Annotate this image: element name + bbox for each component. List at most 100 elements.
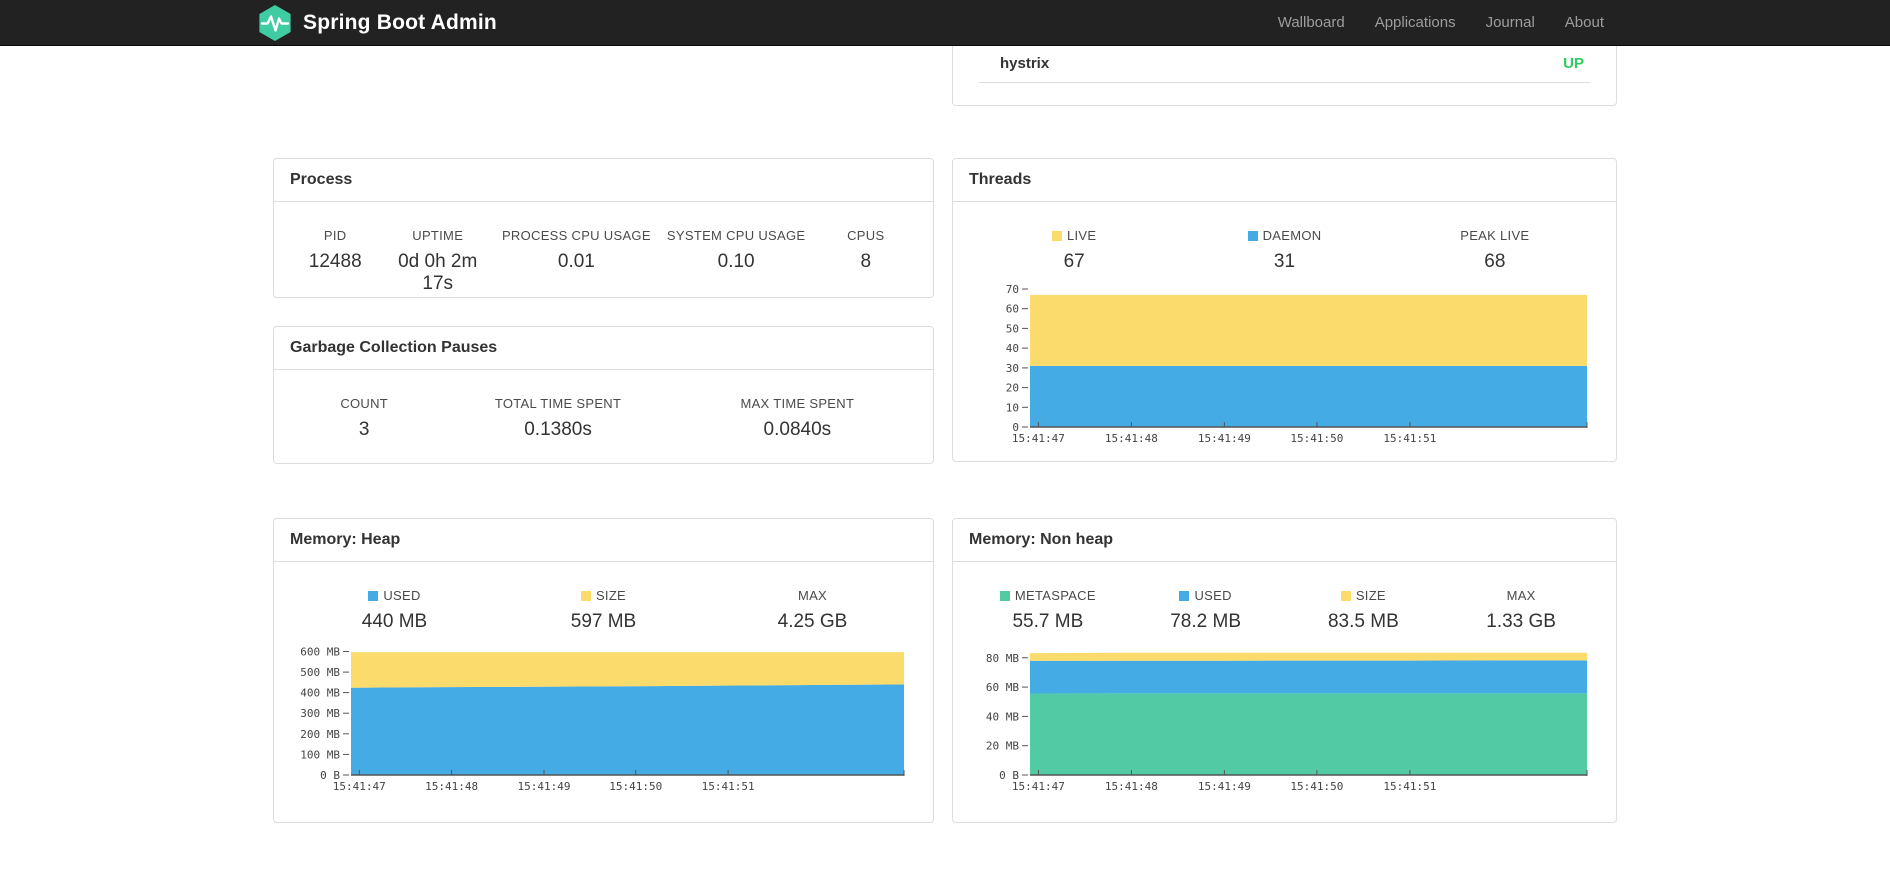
legend-threads-peak-live: PEAK LIVE 68	[1460, 228, 1530, 272]
legend-heap-max: MAX 4.25 GB	[777, 588, 848, 632]
process-panel-heading: Process	[274, 159, 933, 202]
threads-legend: LIVE 67 DAEMON 31 PEAK LIVE 68	[953, 202, 1616, 273]
application-status-badge: UP	[1563, 55, 1584, 72]
top-navbar: Spring Boot Admin Wallboard Applications…	[0, 0, 1890, 46]
svg-text:15:41:48: 15:41:48	[1105, 432, 1158, 445]
application-status-row: hystrix UP	[953, 46, 1616, 82]
gc-metrics: COUNT 3 TOTAL TIME SPENT 0.1380s MAX TIM…	[274, 370, 933, 441]
metaspace-swatch-icon	[999, 590, 1010, 601]
svg-text:20: 20	[1006, 382, 1019, 395]
svg-text:400 MB: 400 MB	[300, 687, 340, 700]
threads-panel: Threads LIVE 67 DAEMON 31 PEAK LIVE 68 1…	[952, 158, 1617, 462]
svg-text:10: 10	[1006, 401, 1019, 414]
memory-heap-heading: Memory: Heap	[274, 519, 933, 562]
metric-pid: PID 12488	[308, 228, 362, 272]
svg-text:15:41:50: 15:41:50	[1290, 432, 1343, 445]
svg-text:15:41:50: 15:41:50	[1290, 780, 1343, 793]
svg-text:60: 60	[1006, 303, 1019, 316]
size-swatch-icon	[1340, 590, 1351, 601]
nav-item-wallboard[interactable]: Wallboard	[1263, 0, 1360, 46]
application-name: hystrix	[1000, 55, 1050, 72]
svg-text:100 MB: 100 MB	[300, 748, 340, 761]
svg-text:0 B: 0 B	[999, 769, 1019, 782]
threads-panel-title: Threads	[969, 171, 1032, 188]
svg-text:15:41:51: 15:41:51	[702, 780, 755, 793]
legend-heap-used: USED 440 MB	[361, 588, 428, 632]
svg-text:15:41:47: 15:41:47	[1012, 432, 1065, 445]
legend-threads-live: LIVE 67	[969, 228, 1179, 273]
nav-item-applications[interactable]: Applications	[1360, 0, 1471, 46]
legend-nonheap-metaspace: METASPACE 55.7 MB	[969, 588, 1127, 633]
svg-text:20 MB: 20 MB	[986, 740, 1019, 753]
svg-text:60 MB: 60 MB	[986, 681, 1019, 694]
svg-text:300 MB: 300 MB	[300, 707, 340, 720]
main-content: Process PID 12488 UPTIME 0d 0h 2m 17s PR…	[273, 46, 1617, 823]
brand-title: Spring Boot Admin	[303, 10, 497, 34]
left-column: Process PID 12488 UPTIME 0d 0h 2m 17s PR…	[273, 46, 934, 823]
metric-system-cpu-usage: SYSTEM CPU USAGE 0.10	[666, 228, 806, 272]
svg-text:15:41:49: 15:41:49	[1198, 432, 1251, 445]
right-column: hystrix UP Threads LIVE 67 DAEMON 31 PEA…	[952, 46, 1617, 823]
metric-cpus: CPUS 8	[847, 228, 885, 272]
svg-text:500 MB: 500 MB	[300, 666, 340, 679]
svg-text:15:41:47: 15:41:47	[333, 780, 386, 793]
daemon-swatch-icon	[1247, 230, 1258, 241]
nav-item-journal[interactable]: Journal	[1471, 0, 1550, 46]
memory-nonheap-panel: Memory: Non heap METASPACE 55.7 MB USED …	[952, 518, 1617, 823]
memory-nonheap-chart: 15:41:47 15:41:48 15:41:49 15:41:50 15:41:51…	[968, 643, 1601, 799]
live-swatch-icon	[1051, 230, 1062, 241]
svg-text:30: 30	[1006, 362, 1019, 375]
brand-link[interactable]: Spring Boot Admin	[257, 4, 497, 41]
svg-text:15:41:48: 15:41:48	[1105, 780, 1158, 793]
process-metrics: PID 12488 UPTIME 0d 0h 2m 17s PROCESS CP…	[274, 202, 933, 295]
spring-boot-admin-logo-icon	[257, 4, 293, 41]
used-swatch-icon	[1179, 590, 1190, 601]
memory-nonheap-title: Memory: Non heap	[969, 531, 1114, 548]
metric-gc-max-time: MAX TIME SPENT 0.0840s	[740, 396, 855, 440]
svg-text:0 B: 0 B	[320, 769, 340, 782]
svg-text:15:41:51: 15:41:51	[1383, 780, 1436, 793]
memory-heap-panel: Memory: Heap USED 440 MB SIZE 597 MB MAX…	[273, 518, 934, 823]
svg-text:50: 50	[1006, 322, 1019, 335]
svg-text:40: 40	[1006, 342, 1019, 355]
svg-text:15:41:47: 15:41:47	[1012, 780, 1065, 793]
process-panel-title: Process	[290, 171, 353, 188]
legend-heap-size: SIZE 597 MB	[570, 588, 637, 632]
svg-text:15:41:48: 15:41:48	[425, 780, 478, 793]
metric-gc-total-time: TOTAL TIME SPENT 0.1380s	[494, 396, 622, 440]
svg-text:15:41:49: 15:41:49	[1198, 780, 1251, 793]
memory-heap-title: Memory: Heap	[290, 531, 401, 548]
navbar-links: Wallboard Applications Journal About	[1263, 0, 1633, 45]
legend-nonheap-max: MAX 1.33 GB	[1486, 588, 1556, 632]
svg-text:15:41:49: 15:41:49	[518, 780, 571, 793]
svg-text:200 MB: 200 MB	[300, 728, 340, 741]
legend-nonheap-size: SIZE 83.5 MB	[1327, 588, 1399, 632]
gc-pauses-panel: Garbage Collection Pauses COUNT 3 TOTAL …	[273, 326, 934, 464]
memory-nonheap-legend: METASPACE 55.7 MB USED 78.2 MB SIZE 83.5…	[953, 562, 1616, 633]
metric-gc-count: COUNT 3	[340, 396, 389, 440]
legend-nonheap-used: USED 78.2 MB	[1170, 588, 1241, 632]
process-panel: Process PID 12488 UPTIME 0d 0h 2m 17s PR…	[273, 158, 934, 298]
svg-text:0: 0	[1012, 421, 1019, 434]
divider	[979, 82, 1590, 83]
nav-item-about[interactable]: About	[1550, 0, 1619, 46]
memory-nonheap-heading: Memory: Non heap	[953, 519, 1616, 562]
svg-text:600 MB: 600 MB	[300, 646, 340, 659]
used-swatch-icon	[368, 590, 379, 601]
svg-text:70: 70	[1006, 283, 1019, 296]
gc-panel-title: Garbage Collection Pauses	[290, 339, 498, 356]
metric-uptime: UPTIME 0d 0h 2m 17s	[398, 228, 478, 294]
svg-text:40 MB: 40 MB	[986, 710, 1019, 723]
gc-panel-heading: Garbage Collection Pauses	[274, 327, 933, 370]
legend-threads-daemon: DAEMON 31	[1179, 228, 1389, 273]
svg-text:15:41:50: 15:41:50	[609, 780, 662, 793]
memory-heap-chart: 15:41:47 15:41:48 15:41:49 15:41:50 15:41:51…	[289, 643, 918, 799]
metric-process-cpu-usage: PROCESS CPU USAGE 0.01	[501, 228, 651, 272]
svg-text:80 MB: 80 MB	[986, 652, 1019, 665]
svg-text:15:41:51: 15:41:51	[1383, 432, 1436, 445]
threads-panel-heading: Threads	[953, 159, 1616, 202]
size-swatch-icon	[580, 590, 591, 601]
application-status-panel: hystrix UP	[952, 46, 1617, 106]
memory-heap-legend: USED 440 MB SIZE 597 MB MAX 4.25 GB	[274, 562, 933, 633]
threads-chart: 15:41:47 15:41:48 15:41:49 15:41:50 15:41:51…	[968, 283, 1601, 451]
